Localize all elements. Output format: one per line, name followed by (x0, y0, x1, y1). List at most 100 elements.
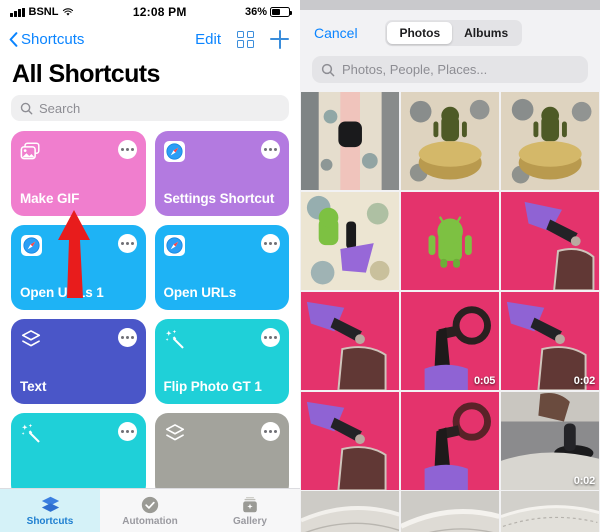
navigation-bar: Shortcuts Edit (0, 22, 300, 56)
shortcut-menu-button[interactable] (261, 422, 280, 441)
shortcuts-app-pane: BSNL 12:08 PM 36% Shortcuts Edit All Sho… (0, 0, 300, 532)
tab-automation[interactable]: Automation (100, 489, 200, 532)
shortcut-card-open-urls[interactable]: Open URLs (154, 225, 289, 310)
photo-thumbnail (400, 92, 500, 191)
picker-search-input[interactable]: Photos, People, Places... (312, 56, 588, 83)
checkmark-icon (140, 495, 160, 515)
shortcut-card-label: Open URLs (163, 285, 237, 301)
photo-cell[interactable] (500, 92, 599, 191)
tab-bar: Shortcuts Automation Gallery (0, 488, 300, 532)
search-icon (321, 63, 335, 76)
back-button[interactable]: Shortcuts (9, 31, 84, 48)
shortcut-card-open-urls-1[interactable]: Open URLs 1 (11, 225, 146, 310)
photo-cell[interactable] (301, 391, 400, 490)
status-bar-left: BSNL (10, 6, 74, 18)
status-bar: BSNL 12:08 PM 36% (0, 0, 300, 22)
photo-cell[interactable]: 0:02 (500, 391, 599, 490)
shortcut-menu-button[interactable] (261, 328, 280, 347)
photo-cell[interactable]: 0:05 (400, 291, 500, 391)
dual-pane-screenshot: BSNL 12:08 PM 36% Shortcuts Edit All Sho… (0, 0, 600, 532)
photos-stack-icon (20, 140, 42, 162)
safari-icon (164, 140, 186, 162)
shortcut-card-label: Flip Photo GT 1 (163, 379, 262, 395)
status-bar-right: 36% (244, 6, 293, 18)
wifi-icon (63, 8, 74, 16)
search-input[interactable]: Search (11, 95, 289, 121)
tab-shortcuts[interactable]: Shortcuts (0, 489, 100, 532)
search-placeholder: Search (39, 100, 81, 116)
cellular-bars-icon (10, 7, 25, 17)
photo-cell[interactable] (301, 491, 400, 532)
shortcut-menu-button[interactable] (117, 140, 137, 159)
photo-cell[interactable] (400, 92, 500, 191)
shortcut-card-label: Settings Shortcut (163, 191, 275, 207)
safari-icon (20, 234, 42, 256)
magic-wand-icon (164, 328, 186, 350)
video-duration-badge: 0:02 (573, 375, 595, 388)
photo-cell[interactable] (500, 191, 599, 291)
video-duration-badge: 0:02 (573, 474, 595, 487)
segmented-control[interactable]: Photos Albums (385, 20, 523, 46)
grid-view-icon[interactable] (237, 30, 254, 48)
plus-icon[interactable] (270, 29, 289, 49)
chevron-left-icon (9, 31, 18, 47)
photo-thumbnail (400, 191, 500, 291)
shortcut-menu-button[interactable] (117, 422, 137, 441)
photo-thumbnail (500, 191, 599, 291)
shortcut-menu-button[interactable] (261, 140, 280, 159)
clock: 12:08 PM (132, 5, 187, 19)
tab-label: Gallery (233, 515, 267, 527)
page-title: All Shortcuts (12, 60, 160, 88)
segment-albums[interactable]: Albums (452, 22, 520, 44)
shortcut-card-label: Text (20, 379, 47, 395)
search-icon (20, 102, 33, 114)
photo-thumbnail (301, 291, 400, 391)
photo-cell[interactable] (400, 191, 500, 291)
photo-thumbnail (400, 491, 500, 532)
segment-photos[interactable]: Photos (387, 22, 453, 44)
picker-search-placeholder: Photos, People, Places... (342, 62, 488, 77)
photo-thumbnail (500, 491, 599, 532)
shortcut-card-flip-photo-gt-1[interactable]: Flip Photo GT 1 (154, 319, 289, 404)
carrier-label: BSNL (28, 6, 59, 18)
photo-thumbnail (301, 92, 400, 191)
back-button-label: Shortcuts (21, 30, 85, 48)
cancel-button[interactable]: Cancel (314, 25, 358, 41)
magic-wand-icon (20, 422, 42, 444)
shortcut-menu-button[interactable] (117, 234, 137, 253)
battery-icon (270, 7, 293, 17)
shortcuts-grid: Make GIF Settings Shortcut Open URLs 1 O… (0, 131, 300, 498)
shortcut-card-partial-gray[interactable] (154, 413, 289, 498)
tab-label: Shortcuts (26, 515, 74, 527)
battery-percent-label: 36% (244, 6, 267, 18)
shortcut-card-partial-teal[interactable] (11, 413, 146, 498)
shortcut-card-text[interactable]: Text (11, 319, 146, 404)
shortcut-menu-button[interactable] (261, 234, 280, 253)
tab-gallery[interactable]: Gallery (200, 489, 300, 532)
layers-icon (20, 328, 42, 350)
photo-cell[interactable] (301, 291, 400, 391)
safari-icon (164, 234, 186, 256)
photo-cell[interactable] (301, 92, 400, 191)
shortcut-menu-button[interactable] (117, 328, 137, 347)
gallery-icon (240, 495, 260, 515)
photo-cell[interactable] (301, 191, 400, 291)
shortcut-card-make-gif[interactable]: Make GIF (11, 131, 146, 216)
photo-thumbnail (301, 191, 400, 291)
picker-header: Cancel Photos Albums (300, 10, 600, 56)
photo-thumbnail (301, 491, 400, 532)
photo-thumbnail (301, 391, 400, 490)
photo-cell[interactable] (400, 491, 500, 532)
photo-cell[interactable] (400, 391, 500, 490)
tab-label: Automation (122, 515, 178, 527)
photo-grid: 0:05 0:02 0:02 (300, 92, 600, 532)
shortcut-card-settings-shortcut[interactable]: Settings Shortcut (154, 131, 289, 216)
photo-thumbnail (400, 391, 500, 490)
sheet-grabber (300, 0, 600, 10)
layers-icon (164, 422, 186, 444)
photo-cell[interactable]: 0:02 (500, 291, 599, 391)
photo-cell[interactable] (500, 491, 599, 532)
layers-icon (40, 495, 61, 515)
shortcut-card-label: Make GIF (20, 191, 80, 207)
edit-button[interactable]: Edit (195, 31, 221, 48)
